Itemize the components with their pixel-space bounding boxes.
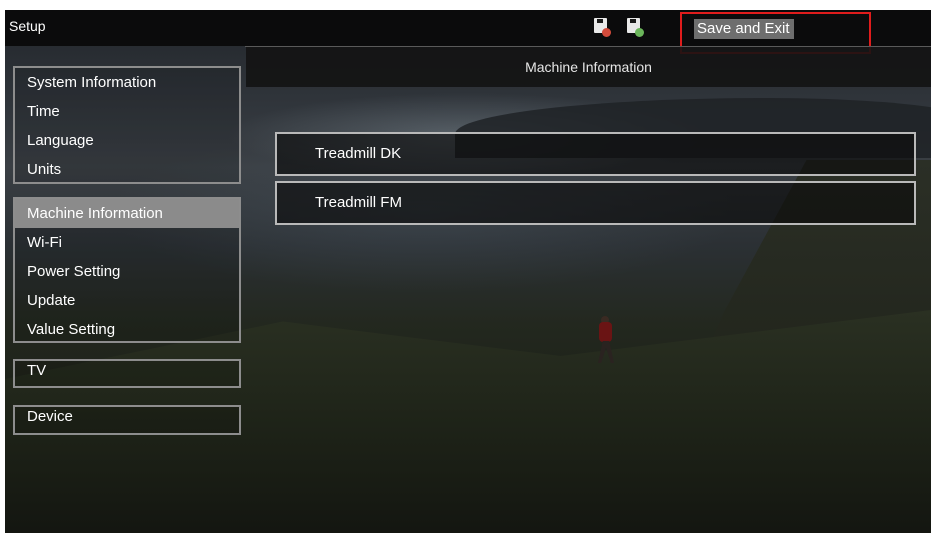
setup-screen: Setup Save and Exit Machine Information … [5,10,931,533]
sidebar-group-tv: TV [13,359,241,388]
sidebar-item-value-setting[interactable]: Value Setting [15,315,239,344]
sidebar-item-system-information[interactable]: System Information [15,68,239,97]
machine-option-treadmill-dk[interactable]: Treadmill DK [275,132,916,176]
background-runner-image [595,316,617,364]
runner-torso [599,322,612,342]
page-title: Setup [9,18,46,34]
usb-connected-icon [626,17,644,38]
machine-option-treadmill-fm[interactable]: Treadmill FM [275,181,916,225]
sd-card-error-icon [593,17,611,38]
sidebar-item-time[interactable]: Time [15,97,239,126]
sidebar-group-system: System Information Time Language Units [13,66,241,184]
sidebar-item-language[interactable]: Language [15,126,239,155]
ok-badge [635,28,644,37]
sidebar-group-machine: Machine Information Wi-Fi Power Setting … [13,197,241,343]
sidebar-item-power-setting[interactable]: Power Setting [15,257,239,286]
runner-legs [598,341,614,363]
sidebar-item-update[interactable]: Update [15,286,239,315]
error-badge [602,28,611,37]
sidebar-item-units[interactable]: Units [15,155,239,184]
sidebar-group-device: Device [13,405,241,435]
section-header: Machine Information [246,47,931,87]
sidebar-item-machine-information[interactable]: Machine Information [15,199,239,228]
sidebar-item-tv[interactable]: TV [15,361,239,386]
sidebar-item-device[interactable]: Device [15,407,239,432]
sidebar-item-wifi[interactable]: Wi-Fi [15,228,239,257]
